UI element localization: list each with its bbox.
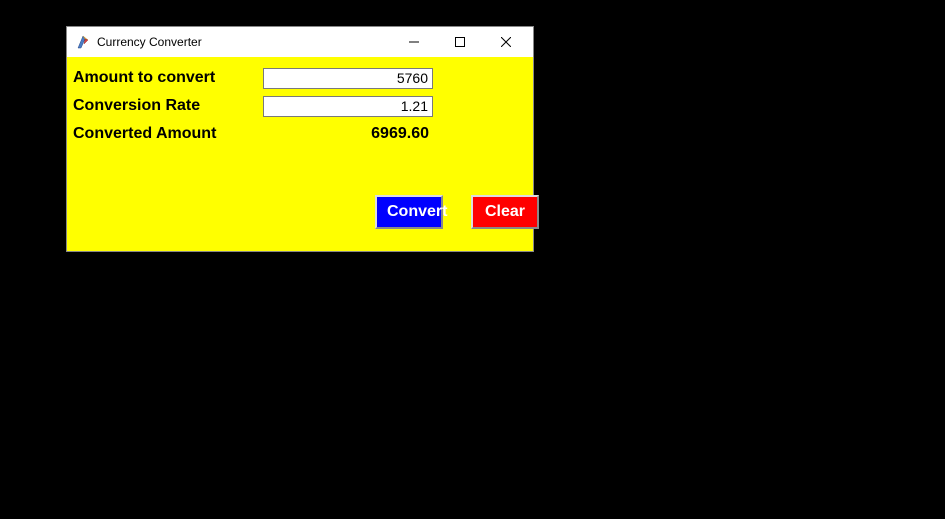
amount-row: Amount to convert <box>73 65 521 91</box>
amount-label: Amount to convert <box>73 69 263 87</box>
minimize-button[interactable] <box>391 27 437 57</box>
rate-input[interactable] <box>263 96 433 117</box>
titlebar[interactable]: Currency Converter <box>67 27 533 57</box>
window-controls <box>391 27 529 57</box>
window-title: Currency Converter <box>97 35 391 49</box>
rate-label: Conversion Rate <box>73 97 263 115</box>
clear-button[interactable]: Clear <box>471 195 539 229</box>
rate-row: Conversion Rate <box>73 93 521 119</box>
convert-button[interactable]: Convert <box>375 195 443 229</box>
content-area: Amount to convert Conversion Rate Conver… <box>67 57 533 251</box>
close-button[interactable] <box>483 27 529 57</box>
result-value: 6969.60 <box>263 125 433 143</box>
app-window: Currency Converter Amount to convert Con… <box>66 26 534 252</box>
result-row: Converted Amount 6969.60 <box>73 121 521 147</box>
maximize-button[interactable] <box>437 27 483 57</box>
button-row: Convert Clear <box>375 195 521 229</box>
amount-input[interactable] <box>263 68 433 89</box>
result-label: Converted Amount <box>73 125 263 143</box>
tk-feather-icon <box>75 34 91 50</box>
